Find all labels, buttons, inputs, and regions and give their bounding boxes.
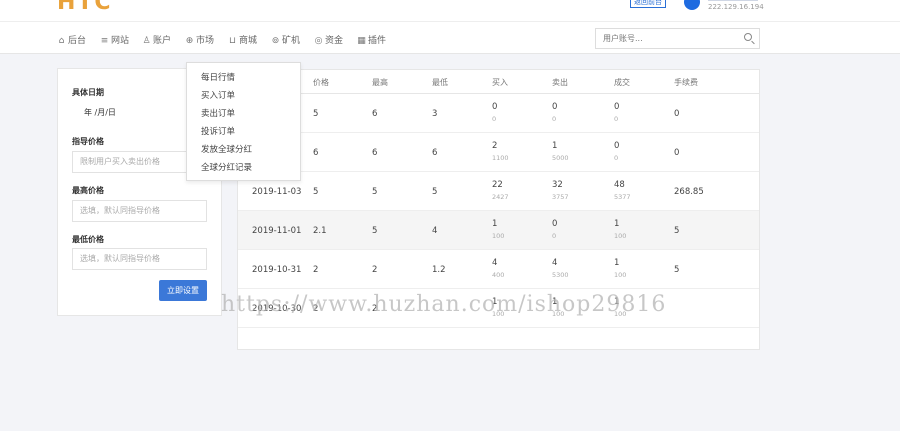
cell-price: 5 <box>313 109 319 119</box>
cell-high: 6 <box>372 109 378 119</box>
menu-item-issue-global-dividend[interactable]: 发放全球分红 <box>201 143 252 155</box>
cell-low: 6 <box>432 148 438 158</box>
watermark: https://www.huzhan.com/ishop29816 <box>221 292 667 317</box>
search-input[interactable] <box>596 29 736 48</box>
cell-deal: 00 <box>614 141 620 162</box>
cell-price: 2.1 <box>313 226 327 236</box>
plugin-icon: ▦ <box>357 36 366 46</box>
date-label: 具体日期 <box>72 88 104 97</box>
cell-deal: 1 100 <box>614 258 627 279</box>
menu-item-sell-orders[interactable]: 卖出订单 <box>201 107 235 119</box>
min-price-label: 最低价格 <box>72 235 104 244</box>
nav-item-accounts[interactable]: ♙ 账户 <box>142 33 171 46</box>
min-price-input[interactable]: 选填，默认同指导价格 <box>72 248 207 270</box>
user-name <box>708 0 758 1</box>
menu-item-complaint-orders[interactable]: 投诉订单 <box>201 125 235 137</box>
cell-sell: 00 <box>552 102 558 123</box>
cell-fee: 5 <box>674 226 680 236</box>
cell-fee: 0 <box>674 109 680 119</box>
funds-icon: ◎ <box>314 36 323 46</box>
avatar[interactable] <box>684 0 700 10</box>
users-icon: ♙ <box>142 36 151 46</box>
table-row: 2019-10-31 2 2 1.2 4 400 4 5300 1 100 5 <box>238 250 759 289</box>
cell-high: 2 <box>372 265 378 275</box>
nav-item-market[interactable]: ⊕ 市场 <box>185 33 214 46</box>
max-price-input[interactable]: 选填，默认同指导价格 <box>72 200 207 222</box>
cell-sell: 4 5300 <box>552 258 569 279</box>
cell-buy: 2 1100 <box>492 141 509 162</box>
table-row: 6 6 6 2 1100 1 5000 00 0 <box>238 133 759 172</box>
cell-sell: 1 5000 <box>552 141 569 162</box>
cell-date: 2019-11-01 <box>252 226 302 236</box>
menu-item-daily-quotes[interactable]: 每日行情 <box>201 71 235 83</box>
globe-icon: ⊕ <box>185 36 194 46</box>
col-deal: 成交 <box>614 78 630 87</box>
nav-item-plugins[interactable]: ▦ 插件 <box>357 33 386 46</box>
col-high: 最高 <box>372 78 388 87</box>
cell-low: 1.2 <box>432 265 446 275</box>
cell-fee: 0 <box>674 148 680 158</box>
nav-item-backend[interactable]: ⌂ 后台 <box>57 33 86 46</box>
user-ip: 222.129.16.194 <box>708 3 764 11</box>
cell-price: 2 <box>313 265 319 275</box>
cell-buy: 22 2427 <box>492 180 509 201</box>
nav-item-website[interactable]: ≡ 网站 <box>100 33 129 46</box>
table-row: 2019-11-01 2.1 5 4 1 100 00 1 100 5 <box>238 211 759 250</box>
cell-buy: 00 <box>492 102 498 123</box>
col-sell: 卖出 <box>552 78 568 87</box>
table-row: 2019-11-03 5 5 5 22 2427 32 3757 48 5377 26… <box>238 172 759 211</box>
col-low: 最低 <box>432 78 448 87</box>
col-buy: 买入 <box>492 78 508 87</box>
cell-fee: 5 <box>674 265 680 275</box>
cell-high: 6 <box>372 148 378 158</box>
cell-deal: 48 5377 <box>614 180 631 201</box>
menu-item-global-dividend-records[interactable]: 全球分红记录 <box>201 161 252 173</box>
cell-buy: 1 100 <box>492 219 505 240</box>
cell-high: 5 <box>372 226 378 236</box>
cell-low: 4 <box>432 226 438 236</box>
search-box <box>595 28 760 49</box>
guide-price-label: 指导价格 <box>72 137 104 146</box>
top-bar: HTC 返回前台 222.129.16.194 <box>0 0 900 22</box>
logo[interactable]: HTC <box>57 0 113 15</box>
home-icon: ⌂ <box>58 36 65 46</box>
cell-date: 2019-11-03 <box>252 187 302 197</box>
main-nav: ⌂ 后台 ≡ 网站 ♙ 账户 ⊕ 市场 ⊔ 商城 ⊚ 矿机 ◎ 资金 ▦ 插件 <box>0 22 900 54</box>
submit-button[interactable]: 立即设置 <box>159 280 207 301</box>
cell-price: 5 <box>313 187 319 197</box>
menu-item-buy-orders[interactable]: 买入订单 <box>201 89 235 101</box>
cell-sell: 00 <box>552 219 558 240</box>
cell-buy: 4 400 <box>492 258 505 279</box>
cell-deal: 00 <box>614 102 620 123</box>
table-header: 价格 最高 最低 买入 卖出 成交 手续费 <box>238 70 759 94</box>
back-to-frontend-button[interactable]: 返回前台 <box>630 0 666 8</box>
market-dropdown-menu: 每日行情 买入订单 卖出订单 投诉订单 发放全球分红 全球分红记录 <box>186 62 301 181</box>
col-price: 价格 <box>313 78 329 87</box>
nav-item-mall[interactable]: ⊔ 商城 <box>228 33 257 46</box>
cell-fee: 268.85 <box>674 187 704 197</box>
cell-deal: 1 100 <box>614 219 627 240</box>
col-fee: 手续费 <box>674 78 698 87</box>
cell-low: 3 <box>432 109 438 119</box>
cell-price: 6 <box>313 148 319 158</box>
search-icon[interactable] <box>744 33 752 41</box>
cart-icon: ⊔ <box>228 36 237 46</box>
cell-date: 2019-10-31 <box>252 265 302 275</box>
cell-sell: 32 3757 <box>552 180 569 201</box>
list-icon: ≡ <box>100 36 109 46</box>
cell-high: 5 <box>372 187 378 197</box>
miner-icon: ⊚ <box>271 36 280 46</box>
nav-item-funds[interactable]: ◎ 资金 <box>314 33 343 46</box>
cell-low: 5 <box>432 187 438 197</box>
table-row: 5 6 3 00 00 00 0 <box>238 94 759 133</box>
max-price-label: 最高价格 <box>72 186 104 195</box>
nav-item-miner[interactable]: ⊚ 矿机 <box>271 33 300 46</box>
